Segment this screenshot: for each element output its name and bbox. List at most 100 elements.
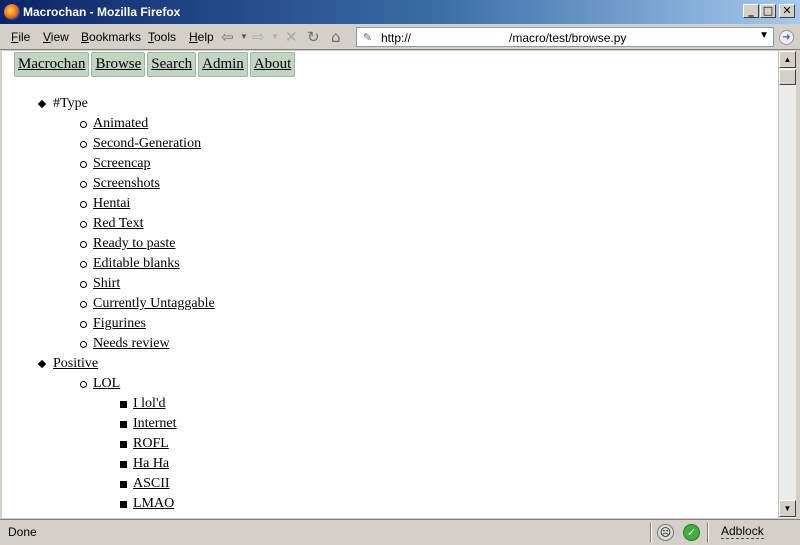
- tree-item: Second-Generation: [2, 134, 772, 154]
- back-dropdown-icon[interactable]: ▼: [240, 27, 248, 47]
- tree-item: ROFL: [2, 434, 772, 454]
- bullet-icon: [80, 241, 87, 248]
- menu-bookmarks-label: ookmarks: [89, 30, 142, 44]
- url-dropdown-icon[interactable]: ▼: [759, 30, 769, 41]
- tag-link[interactable]: Hentai: [93, 194, 130, 214]
- bullet-icon: [80, 301, 87, 308]
- scroll-up-button[interactable]: ▲: [779, 51, 796, 68]
- maximize-button[interactable]: □: [760, 4, 776, 18]
- menu-view-mnemonic: V: [43, 30, 51, 44]
- reload-icon[interactable]: ↻: [307, 27, 320, 47]
- menu-file[interactable]: File: [11, 30, 30, 44]
- face-icon[interactable]: ☹: [657, 524, 674, 541]
- bullet-icon: [120, 501, 127, 508]
- tag-link[interactable]: LOL: [93, 374, 120, 394]
- bullet-icon: [80, 181, 87, 188]
- tag-link[interactable]: Animated: [93, 114, 148, 134]
- tree-item: Currently Untaggable: [2, 294, 772, 314]
- tag-link[interactable]: Red Text: [93, 214, 143, 234]
- tag-link[interactable]: Needs review: [93, 334, 170, 354]
- tag-link[interactable]: Internet: [133, 414, 177, 434]
- stop-icon[interactable]: ✕: [285, 27, 298, 47]
- menu-view-label: iew: [50, 30, 69, 44]
- bullet-icon: [80, 161, 87, 168]
- tree-item: LMAO: [2, 494, 772, 514]
- tag-link[interactable]: I lol'd: [133, 394, 165, 414]
- status-separator: [650, 523, 652, 543]
- tree-item: Editable blanks: [2, 254, 772, 274]
- bullet-icon: [80, 261, 87, 268]
- menu-help[interactable]: Help: [189, 30, 214, 44]
- tag-link[interactable]: Screencap: [93, 154, 151, 174]
- tag-link[interactable]: Shirt: [93, 274, 120, 294]
- tree-item: #Type: [2, 94, 772, 114]
- tree-item: Screencap: [2, 154, 772, 174]
- tree-item: Internet: [2, 414, 772, 434]
- check-icon[interactable]: ✓: [683, 524, 700, 541]
- tag-label: #Type: [53, 96, 88, 111]
- tree-item: Ready to paste: [2, 234, 772, 254]
- menu-help-label: elp: [197, 30, 214, 44]
- menu-bookmarks[interactable]: Bookmarks: [81, 30, 141, 44]
- forward-icon[interactable]: ⇨: [252, 27, 265, 47]
- tree-item: Screenshots: [2, 174, 772, 194]
- page-content: Macrochan Browse Search Admin About #Typ…: [2, 51, 778, 518]
- tree-item: Hentai: [2, 194, 772, 214]
- bullet-icon: [120, 401, 127, 408]
- home-icon[interactable]: ⌂: [331, 27, 341, 47]
- back-icon[interactable]: ⇦: [221, 27, 234, 47]
- vertical-scrollbar[interactable]: ▲ ▼: [778, 51, 796, 518]
- bullet-icon: [37, 359, 47, 369]
- minimize-button[interactable]: _: [743, 4, 759, 18]
- nav-browse[interactable]: Browse: [91, 52, 146, 77]
- bullet-icon: [80, 201, 87, 208]
- bullet-icon: [80, 121, 87, 128]
- tree-item: Red Text: [2, 214, 772, 234]
- tree-item: Shirt: [2, 274, 772, 294]
- tag-link[interactable]: ASCII: [133, 474, 170, 494]
- window-title: Macrochan - Mozilla Firefox: [23, 5, 181, 19]
- bullet-icon: [80, 381, 87, 388]
- firefox-icon: [4, 4, 20, 20]
- tree-item: ASCII: [2, 474, 772, 494]
- tag-link[interactable]: Figurines: [93, 314, 146, 334]
- menu-bar: File View Bookmarks Tools Help ⇦ ▼ ⇨ ▼ ✕…: [0, 24, 800, 50]
- url-scheme[interactable]: http://: [381, 31, 411, 45]
- menu-help-mnemonic: H: [189, 30, 198, 44]
- tree-item: Needs review: [2, 334, 772, 354]
- tag-link[interactable]: Editable blanks: [93, 254, 180, 274]
- go-icon[interactable]: ➜: [779, 30, 794, 45]
- scroll-down-button[interactable]: ▼: [779, 500, 796, 517]
- tree-item: Figurines: [2, 314, 772, 334]
- close-button[interactable]: ✕: [779, 4, 795, 18]
- bullet-icon: [120, 421, 127, 428]
- tag-link[interactable]: ROFL: [133, 434, 169, 454]
- nav-admin[interactable]: Admin: [198, 52, 248, 77]
- bullet-icon: [80, 221, 87, 228]
- scroll-thumb[interactable]: [779, 69, 796, 85]
- bullet-icon: [120, 441, 127, 448]
- tag-link[interactable]: LMAO: [133, 494, 174, 514]
- nav-about[interactable]: About: [249, 52, 296, 77]
- tag-link[interactable]: Positive: [53, 354, 98, 374]
- tag-link[interactable]: Screenshots: [93, 174, 160, 194]
- menu-bookmarks-mnemonic: B: [81, 30, 90, 44]
- bullet-icon: [120, 461, 127, 468]
- bullet-icon: [80, 321, 87, 328]
- nav-macrochan[interactable]: Macrochan: [14, 52, 90, 77]
- menu-tools-label: ools: [154, 30, 177, 44]
- tag-link[interactable]: Second-Generation: [93, 134, 201, 154]
- adblock-label[interactable]: Adblock: [721, 525, 764, 539]
- url-path[interactable]: /macro/test/browse.py: [509, 31, 626, 45]
- tag-link[interactable]: Ha Ha: [133, 454, 169, 474]
- tag-link[interactable]: Currently Untaggable: [93, 294, 215, 314]
- bullet-icon: [80, 281, 87, 288]
- forward-dropdown-icon[interactable]: ▼: [271, 27, 279, 47]
- bullet-icon: [80, 341, 87, 348]
- menu-view[interactable]: View: [43, 30, 69, 44]
- nav-search[interactable]: Search: [147, 52, 197, 77]
- menu-tools[interactable]: Tools: [148, 30, 176, 44]
- address-bar[interactable]: ✎ http:// /macro/test/browse.py ▼: [356, 27, 774, 47]
- tag-link[interactable]: Ready to paste: [93, 234, 175, 254]
- tree-item: I lol'd: [2, 394, 772, 414]
